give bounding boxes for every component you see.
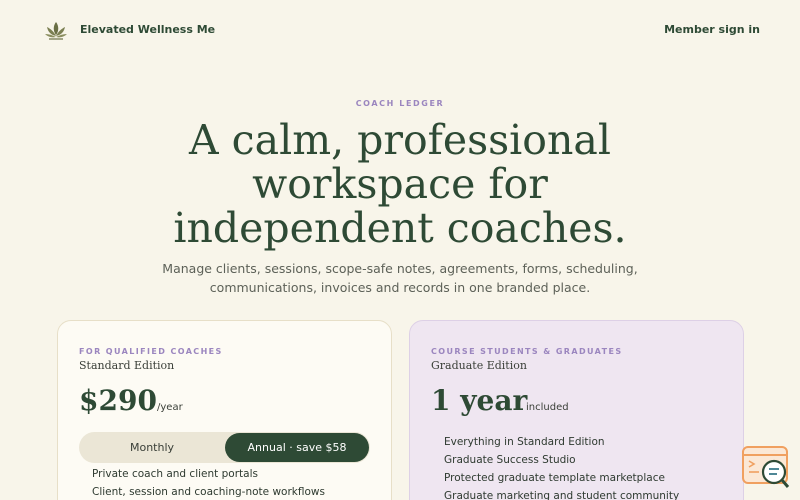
hero-eyebrow: COACH LEDGER bbox=[355, 99, 445, 108]
hero-subtitle: Manage clients, sessions, scope-safe not… bbox=[150, 259, 650, 297]
billing-toggle: Monthly Annual · save $58 bbox=[79, 432, 370, 463]
feature-item: Everything in Standard Edition bbox=[444, 436, 605, 448]
hero-title-line: independent coaches. bbox=[173, 204, 627, 252]
search-chat-icon[interactable] bbox=[741, 445, 791, 490]
feature-list: Everything in Standard Edition Graduate … bbox=[444, 433, 679, 500]
member-sign-in-link[interactable]: Member sign in bbox=[664, 23, 760, 36]
standard-edition-card: FOR QUALIFIED COACHES Standard Edition $… bbox=[57, 320, 392, 500]
hero-subtitle-line: communications, invoices and records in … bbox=[209, 280, 591, 295]
billing-monthly-option[interactable]: Monthly bbox=[80, 433, 224, 462]
hero-subtitle-line: Manage clients, sessions, scope-safe not… bbox=[162, 261, 638, 276]
price-amount: $290 bbox=[79, 384, 157, 417]
feature-item: Client, session and coaching-note workfl… bbox=[92, 486, 325, 498]
feature-item: Graduate Success Studio bbox=[444, 454, 576, 466]
card-eyebrow: COURSE STUDENTS & GRADUATES bbox=[431, 347, 623, 356]
lotus-icon[interactable] bbox=[44, 20, 68, 42]
card-eyebrow: FOR QUALIFIED COACHES bbox=[79, 347, 223, 356]
duration-unit: included bbox=[526, 402, 569, 413]
brand-name[interactable]: Elevated Wellness Me bbox=[80, 23, 215, 36]
graduate-edition-card: COURSE STUDENTS & GRADUATES Graduate Edi… bbox=[409, 320, 744, 500]
feature-list: Private coach and client portals Client,… bbox=[92, 465, 325, 500]
card-edition: Standard Edition bbox=[79, 359, 175, 372]
feature-item: Private coach and client portals bbox=[92, 468, 258, 480]
card-edition: Graduate Edition bbox=[431, 359, 527, 372]
feature-item: Protected graduate template marketplace bbox=[444, 472, 665, 484]
hero-title-line: workspace for bbox=[252, 160, 548, 208]
site-header: Elevated Wellness Me Member sign in bbox=[0, 0, 800, 62]
feature-item: Graduate marketing and student community bbox=[444, 490, 680, 500]
hero-title: A calm, professional workspace for indep… bbox=[100, 118, 700, 250]
billing-annual-option[interactable]: Annual · save $58 bbox=[225, 433, 369, 462]
duration-amount: 1 year bbox=[431, 384, 528, 417]
price-unit: /year bbox=[157, 402, 183, 413]
hero-title-line: A calm, professional bbox=[189, 116, 611, 164]
